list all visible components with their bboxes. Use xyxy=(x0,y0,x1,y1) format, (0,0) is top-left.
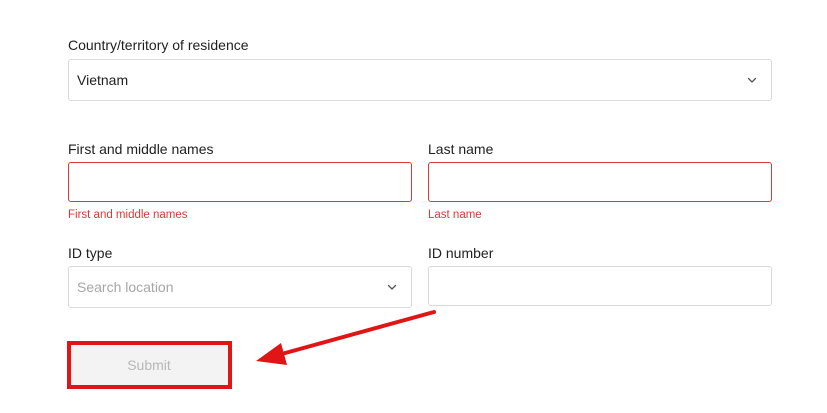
last-name-error: Last name xyxy=(428,209,482,221)
submit-button[interactable]: Submit xyxy=(69,344,229,386)
last-name-input[interactable] xyxy=(428,162,772,202)
first-names-label: First and middle names xyxy=(68,141,214,157)
id-number-label: ID number xyxy=(428,245,494,261)
id-number-input[interactable] xyxy=(428,266,772,306)
last-name-label: Last name xyxy=(428,141,494,157)
first-names-error: First and middle names xyxy=(68,209,188,221)
id-type-label: ID type xyxy=(68,245,113,261)
country-label: Country/territory of residence xyxy=(68,37,249,53)
chevron-down-icon xyxy=(387,284,397,290)
id-type-select[interactable]: Search location xyxy=(68,266,412,308)
first-names-input[interactable] xyxy=(68,162,412,202)
country-selected-value: Vietnam xyxy=(77,72,129,88)
chevron-down-icon xyxy=(747,77,757,83)
country-select[interactable]: Vietnam xyxy=(68,59,772,101)
id-type-placeholder: Search location xyxy=(77,279,174,295)
